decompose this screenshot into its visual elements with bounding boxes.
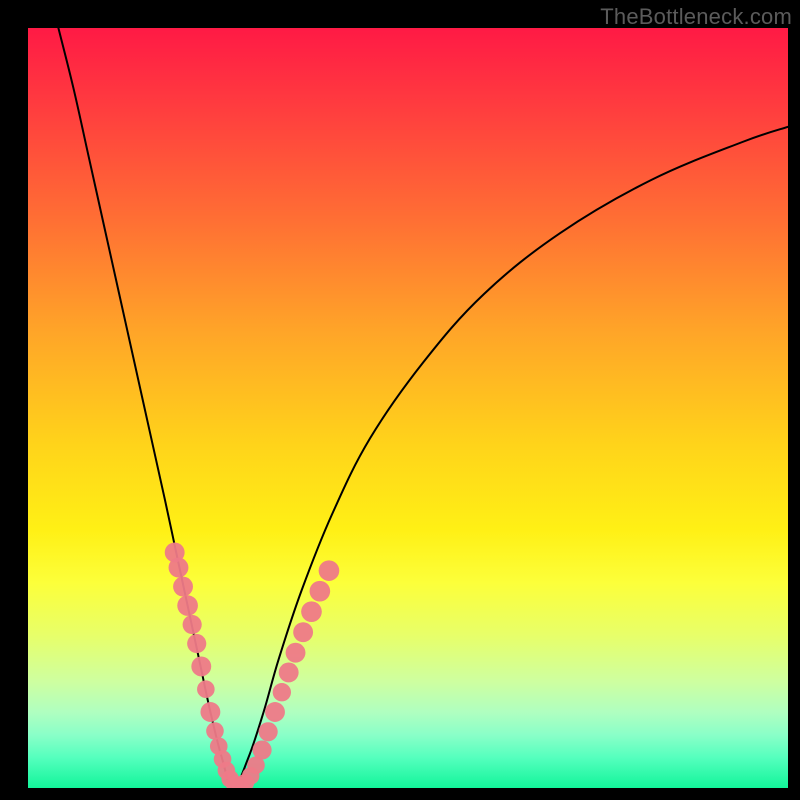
data-dot bbox=[286, 643, 306, 663]
data-dot bbox=[200, 702, 220, 722]
data-dot bbox=[177, 595, 198, 616]
data-dot bbox=[273, 683, 291, 701]
data-dot bbox=[319, 560, 340, 581]
data-dot bbox=[183, 615, 202, 634]
data-dot bbox=[191, 656, 211, 676]
data-dot bbox=[169, 558, 189, 578]
data-dot bbox=[259, 722, 278, 741]
curve-layer bbox=[28, 28, 788, 788]
data-dot bbox=[197, 680, 215, 698]
data-dot bbox=[310, 581, 331, 602]
bottleneck-curve bbox=[58, 28, 788, 788]
data-dot bbox=[187, 634, 206, 653]
plot-area bbox=[28, 28, 788, 788]
data-dot bbox=[173, 577, 193, 597]
data-dot bbox=[293, 622, 313, 642]
watermark-text: TheBottleneck.com bbox=[600, 4, 792, 30]
data-dot bbox=[301, 601, 322, 622]
data-dot bbox=[279, 663, 299, 683]
data-dot bbox=[265, 702, 285, 722]
chart-frame: TheBottleneck.com bbox=[0, 0, 800, 800]
data-dot bbox=[206, 722, 224, 740]
data-dot bbox=[253, 740, 272, 759]
